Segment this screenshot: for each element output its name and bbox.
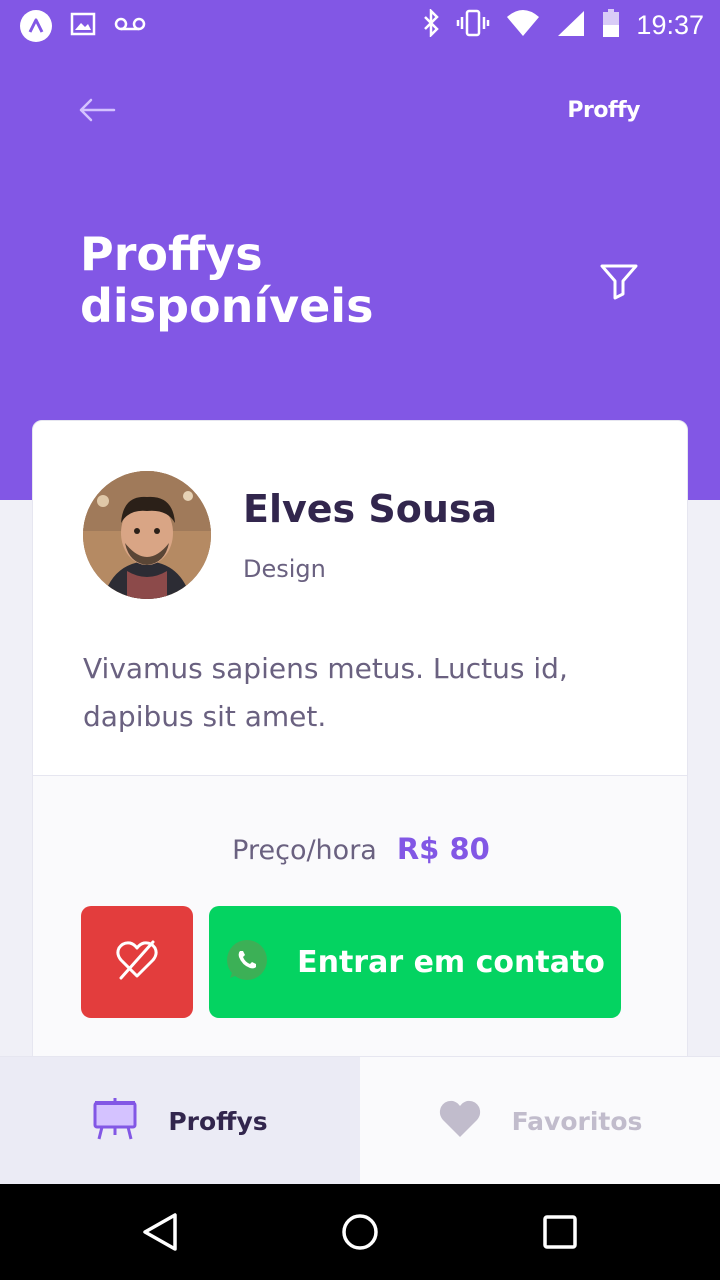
teacher-bio: Vivamus sapiens metus. Luctus id, dapibu… [83,652,568,733]
tab-favoritos-label: Favoritos [511,1106,643,1136]
status-bar-right: 19:37 [422,7,704,43]
contact-button-label: Entrar em contato [297,944,605,980]
unfavorite-button[interactable] [81,906,193,1018]
back-button[interactable] [78,94,118,130]
heart-outline-crossed-icon [115,940,159,985]
signal-icon [556,9,586,42]
tab-proffys[interactable]: Proffys [0,1057,360,1185]
tab-favoritos[interactable]: Favoritos [360,1057,720,1185]
page-title: Proffys disponíveis [80,227,374,333]
status-bar-left [20,10,146,42]
battery-icon [602,8,620,43]
status-bar: 19:37 [0,0,720,50]
vibrate-icon [456,9,490,42]
teacher-card: Elves Sousa Design Vivamus sapiens metus… [32,420,688,1080]
recents-square-icon[interactable] [540,1212,580,1252]
bottom-tab-bar: Proffys Favoritos [0,1056,720,1185]
whatsapp-icon [225,938,269,987]
home-circle-icon[interactable] [340,1212,380,1252]
price-value: R$ 80 [396,832,490,866]
arrow-left-icon [78,97,116,128]
voicemail-icon [114,15,146,38]
filter-icon [598,264,640,306]
system-nav-bar [0,1184,720,1280]
tab-proffys-label: Proffys [168,1106,268,1136]
avatar [83,471,211,599]
heart-icon [438,1099,482,1144]
brand-logo: Proffy [567,98,640,123]
teacher-info: Elves Sousa Design [243,487,497,583]
teacher-name: Elves Sousa [243,487,498,531]
app-logo-icon [20,10,52,42]
bluetooth-icon [422,7,440,42]
teacher-profile: Elves Sousa Design [83,471,497,599]
wifi-icon [506,9,540,42]
image-icon [70,12,96,41]
price-label: Preço/hora [232,835,377,866]
easel-icon [92,1097,138,1146]
teacher-subject: Design [243,555,326,583]
price-row: Preço/hora R$ 80 [33,832,687,866]
back-triangle-icon[interactable] [140,1212,180,1252]
filter-button[interactable] [598,260,640,302]
card-footer: Preço/hora R$ 80 Entrar em contato [33,775,687,1079]
contact-button[interactable]: Entrar em contato [209,906,621,1018]
status-time: 19:37 [636,10,704,40]
